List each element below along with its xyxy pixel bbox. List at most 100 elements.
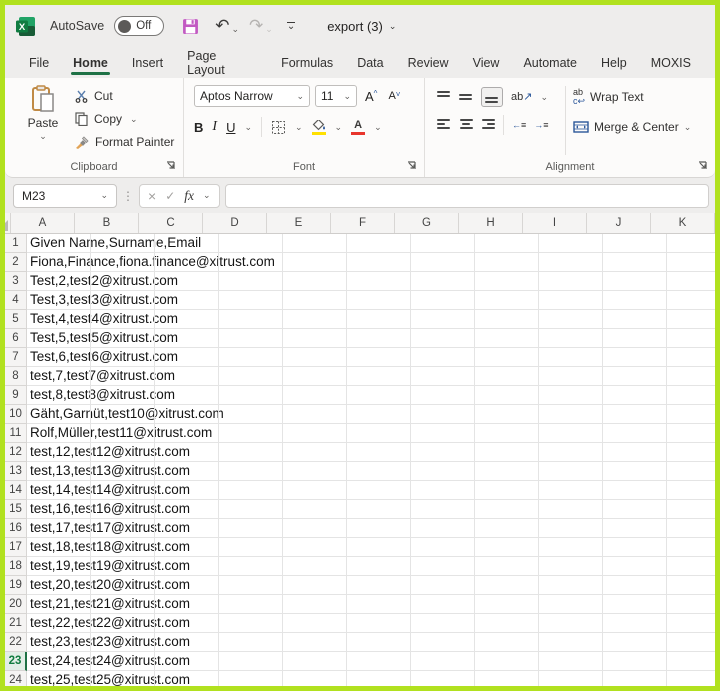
increase-font-size-button[interactable]: A^ [362, 89, 380, 104]
formula-bar-grip-icon[interactable]: ⋮ [122, 189, 134, 203]
tab-data[interactable]: Data [347, 47, 393, 78]
column-header-g[interactable]: G [395, 213, 459, 233]
column-header-b[interactable]: B [75, 213, 139, 233]
cell-a12[interactable]: test,12,test12@xitrust.com [27, 443, 715, 462]
row-header-23[interactable]: 23 [5, 652, 27, 671]
cell-a16[interactable]: test,17,test17@xitrust.com [27, 519, 715, 538]
cell-a8[interactable]: test,7,test7@xitrust.com [27, 367, 715, 386]
cell-a9[interactable]: test,8,test8@xitrust.com [27, 386, 715, 405]
cell-a11[interactable]: Rolf,Müller,test11@xitrust.com [27, 424, 715, 443]
cell-a17[interactable]: test,18,test18@xitrust.com [27, 538, 715, 557]
tab-moxis[interactable]: MOXIS [641, 47, 701, 78]
row-header-13[interactable]: 13 [5, 462, 27, 481]
tab-formulas[interactable]: Formulas [271, 47, 343, 78]
column-header-f[interactable]: F [331, 213, 395, 233]
redo-button[interactable]: ↷ ⌄ [249, 16, 273, 36]
cancel-icon[interactable]: × [148, 188, 156, 204]
underline-button[interactable]: U [226, 120, 235, 135]
copy-chevron-icon[interactable]: ⌄ [130, 114, 138, 125]
borders-icon[interactable] [271, 120, 286, 135]
align-middle-button[interactable] [459, 91, 473, 104]
row-header-12[interactable]: 12 [5, 443, 27, 462]
align-left-button[interactable] [437, 119, 451, 132]
column-header-a[interactable]: A [11, 213, 75, 233]
cell-a3[interactable]: Test,2,test2@xitrust.com [27, 272, 715, 291]
borders-chevron-icon[interactable]: ⌄ [295, 122, 303, 133]
font-color-button[interactable]: A [351, 120, 365, 135]
name-box[interactable]: M23 ⌄ [13, 184, 117, 208]
cell-a7[interactable]: Test,6,test6@xitrust.com [27, 348, 715, 367]
insert-function-icon[interactable]: fx [184, 188, 194, 204]
orientation-chevron-icon[interactable]: ⌄ [540, 92, 548, 103]
cell-a18[interactable]: test,19,test19@xitrust.com [27, 557, 715, 576]
decrease-indent-button[interactable]: ←≡ [512, 121, 526, 130]
cell-a4[interactable]: Test,3,test3@xitrust.com [27, 291, 715, 310]
autosave-toggle[interactable]: Off [114, 16, 164, 36]
row-header-17[interactable]: 17 [5, 538, 27, 557]
row-header-19[interactable]: 19 [5, 576, 27, 595]
format-painter-button[interactable]: Format Painter [75, 134, 174, 150]
cut-button[interactable]: Cut [75, 88, 174, 104]
tab-insert[interactable]: Insert [122, 47, 173, 78]
column-header-i[interactable]: I [523, 213, 587, 233]
row-header-7[interactable]: 7 [5, 348, 27, 367]
font-color-chevron-icon[interactable]: ⌄ [374, 122, 382, 133]
cell-a2[interactable]: Fiona,Finance,fiona.finance@xitrust.com [27, 253, 715, 272]
align-top-button[interactable] [437, 91, 451, 104]
column-header-c[interactable]: C [139, 213, 203, 233]
align-center-button[interactable] [459, 119, 473, 132]
row-header-22[interactable]: 22 [5, 633, 27, 652]
row-header-11[interactable]: 11 [5, 424, 27, 443]
tab-home[interactable]: Home [63, 47, 118, 78]
cell-a19[interactable]: test,20,test20@xitrust.com [27, 576, 715, 595]
row-header-24[interactable]: 24 [5, 671, 27, 686]
undo-chevron-icon[interactable]: ⌄ [231, 24, 239, 35]
font-dialog-launcher-icon[interactable] [406, 160, 418, 172]
row-header-5[interactable]: 5 [5, 310, 27, 329]
copy-button[interactable]: Copy ⌄ [75, 111, 174, 127]
cell-a1[interactable]: Given Name,Surname,Email [27, 234, 715, 253]
customize-quick-access-toolbar-icon[interactable]: ⌄ [287, 22, 295, 31]
alignment-dialog-launcher-icon[interactable] [697, 160, 709, 172]
row-header-21[interactable]: 21 [5, 614, 27, 633]
row-header-18[interactable]: 18 [5, 557, 27, 576]
row-header-2[interactable]: 2 [5, 253, 27, 272]
row-header-6[interactable]: 6 [5, 329, 27, 348]
column-header-h[interactable]: H [459, 213, 523, 233]
row-header-9[interactable]: 9 [5, 386, 27, 405]
merge-center-chevron-icon[interactable]: ⌄ [684, 122, 692, 133]
decrease-font-size-button[interactable]: A˅ [385, 90, 403, 102]
increase-indent-button[interactable]: →≡ [534, 121, 548, 130]
column-header-j[interactable]: J [587, 213, 651, 233]
tab-help[interactable]: Help [591, 47, 637, 78]
cell-a6[interactable]: Test,5,test5@xitrust.com [27, 329, 715, 348]
clipboard-dialog-launcher-icon[interactable] [165, 160, 177, 172]
row-header-16[interactable]: 16 [5, 519, 27, 538]
align-right-button[interactable] [481, 119, 495, 132]
row-header-1[interactable]: 1 [5, 234, 27, 253]
bold-button[interactable]: B [194, 120, 203, 135]
tab-file[interactable]: File [19, 47, 59, 78]
row-header-10[interactable]: 10 [5, 405, 27, 424]
cell-a23[interactable]: test,24,test24@xitrust.com [27, 652, 715, 671]
cell-a13[interactable]: test,13,test13@xitrust.com [27, 462, 715, 481]
undo-button[interactable]: ↶ ⌄ [215, 16, 239, 36]
row-header-4[interactable]: 4 [5, 291, 27, 310]
row-header-20[interactable]: 20 [5, 595, 27, 614]
font-name-combo[interactable]: Aptos Narrow ⌄ [194, 85, 310, 107]
cell-a22[interactable]: test,23,test23@xitrust.com [27, 633, 715, 652]
fill-color-button[interactable] [312, 120, 326, 135]
paste-chevron-icon[interactable]: ⌄ [39, 131, 47, 142]
enter-check-icon[interactable]: ✓ [165, 189, 175, 203]
row-header-3[interactable]: 3 [5, 272, 27, 291]
cell-a21[interactable]: test,22,test22@xitrust.com [27, 614, 715, 633]
row-header-14[interactable]: 14 [5, 481, 27, 500]
merge-and-center-button[interactable]: Merge & Center ⌄ [573, 120, 691, 134]
cell-a5[interactable]: Test,4,test4@xitrust.com [27, 310, 715, 329]
cell-a14[interactable]: test,14,test14@xitrust.com [27, 481, 715, 500]
row-header-15[interactable]: 15 [5, 500, 27, 519]
cell-a10[interactable]: Gäht,Garnüt,test10@xitrust.com [27, 405, 715, 424]
italic-button[interactable]: I [212, 119, 217, 135]
formula-input[interactable] [225, 184, 709, 208]
fx-chevron-icon[interactable]: ⌄ [203, 190, 211, 201]
